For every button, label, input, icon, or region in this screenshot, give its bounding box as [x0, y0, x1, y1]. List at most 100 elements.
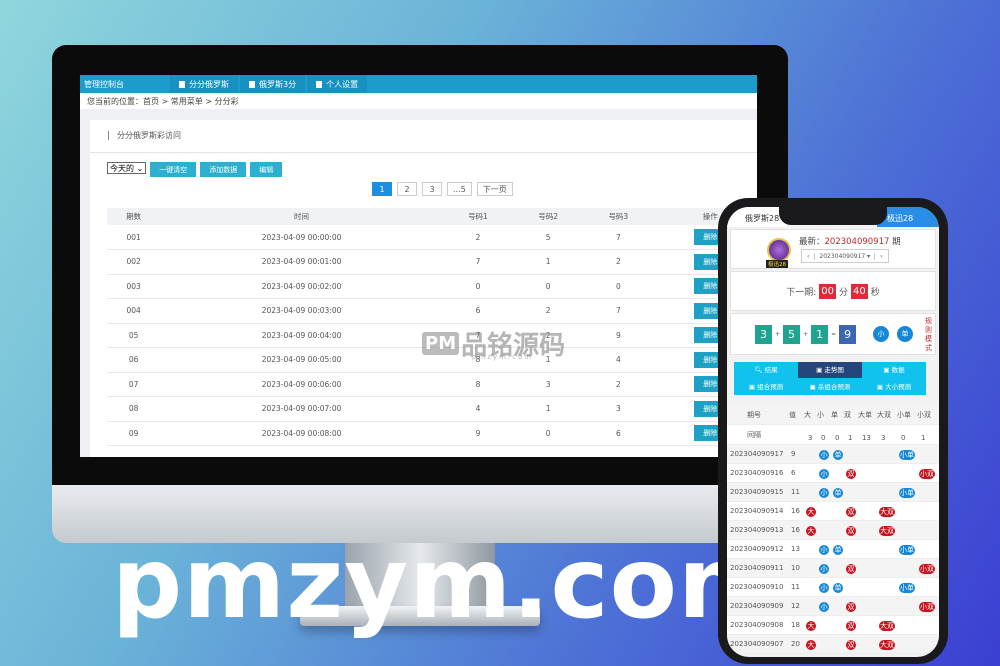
menu-item[interactable]: ▣ 杀组合预测	[798, 379, 862, 395]
trend-badge: 小单	[899, 583, 915, 593]
top-nav: 管理控制台 分分俄罗斯 俄罗斯3分 个人设置	[80, 75, 757, 93]
menu-item[interactable]: ▣ 大小预测	[862, 379, 926, 395]
menu-item[interactable]: ▣ 走势图	[798, 362, 862, 378]
edit-button[interactable]: 编辑	[250, 162, 283, 177]
nav-item[interactable]: 分分俄罗斯	[170, 75, 238, 93]
latest-card: 极迅28 最新：202304090917 期 ‹ 202304090917 ▾ …	[730, 229, 936, 269]
watermark: PM 品铭源码 pmzym.com	[422, 325, 565, 362]
add-data-button[interactable]: 添加数据	[200, 162, 247, 177]
nav-label: 个人设置	[326, 79, 359, 89]
sum-value: 6	[791, 469, 796, 477]
period-number: 202304090915	[730, 488, 784, 496]
trend-badge: 双	[846, 469, 856, 479]
table-cell: 2023-04-09 00:02:00	[160, 274, 443, 299]
sum-value: 18	[791, 621, 800, 629]
trend-row: 202304090917 9 小单 小单	[727, 445, 939, 464]
trend-badge: 单	[833, 488, 843, 498]
prev-period-icon[interactable]: ‹	[802, 252, 816, 260]
period-number: 202304090916	[730, 469, 784, 477]
gap-value: 1	[921, 434, 926, 442]
table-cell: 2	[583, 249, 654, 275]
menu-item[interactable]: 🔍︎ 结果	[734, 362, 798, 378]
table-row: 07 2023-04-09 00:06:00 8 3 2 删除	[107, 372, 757, 397]
nav-label: 俄罗斯3分	[259, 79, 297, 89]
trend-badge: 小单	[899, 450, 915, 460]
table-cell: 8	[442, 372, 514, 397]
phone-notch	[779, 207, 887, 225]
trend-badge: 小	[819, 602, 829, 612]
lottery-logo	[767, 238, 791, 262]
trend-badge: 小	[819, 488, 829, 498]
trend-column-header: 大单	[858, 411, 872, 419]
trend-badge: 单	[833, 583, 843, 593]
page-button[interactable]: 1	[372, 182, 392, 196]
trend-badge: 大双	[879, 621, 895, 631]
trend-badge: 小单	[899, 545, 915, 555]
countdown-minutes: 00	[819, 283, 836, 299]
date-filter-select[interactable]: 今天的 ⌄	[107, 162, 147, 174]
ball: 3	[755, 325, 772, 344]
trend-header: 期号值大小单双大单 大双 小单 小双	[727, 405, 939, 425]
sum-value: 16	[791, 507, 800, 515]
seconds-label: 秒	[870, 287, 880, 298]
tab-russia28[interactable]: 俄罗斯28	[727, 207, 787, 227]
search-icon: 🔍︎	[754, 366, 765, 374]
table-cell: 3	[583, 396, 654, 422]
menu-label: 数据	[891, 366, 905, 374]
menu-label: 组合预测	[757, 383, 784, 391]
table-cell: 07	[107, 372, 161, 397]
sum-value: 16	[791, 526, 800, 534]
clear-all-button[interactable]: 一键清空	[150, 162, 197, 177]
period-dropdown[interactable]: 202304090917 ▾	[815, 253, 874, 260]
trend-column-header: 大双	[877, 411, 891, 419]
period-suffix: 期	[892, 237, 901, 247]
page-button[interactable]: 下一页	[476, 182, 513, 196]
table-row: 002 2023-04-09 00:01:00 7 1 2 删除	[107, 249, 757, 275]
table-cell: 06	[107, 347, 161, 373]
period-number: 202304090911	[730, 564, 784, 572]
menu-label: 走势图	[824, 366, 844, 374]
page-button[interactable]: 3	[422, 182, 442, 196]
toolbar: 今天的 ⌄ 一键清空 添加数据 编辑	[107, 162, 283, 177]
table-cell: 0	[513, 421, 584, 446]
trend-row: 202304090908 18 大双大双	[727, 616, 939, 635]
table-cell: 9	[442, 421, 514, 446]
column-header: 号码1	[442, 208, 514, 225]
period-number: 202304090909	[730, 602, 784, 610]
panel-title-text: 分分俄罗斯彩访问	[108, 131, 181, 140]
menu-label: 结果	[764, 366, 778, 374]
gap-row: 间隔 3 0 0 1 13 3 0 1	[727, 425, 939, 445]
image-icon: ▣	[748, 383, 758, 391]
trend-column-header: 双	[844, 411, 851, 419]
menu-label: 杀组合预测	[817, 383, 851, 391]
period-number: 202304090917	[730, 450, 784, 458]
menu-item[interactable]: ▣ 数据	[862, 362, 926, 378]
console-brand[interactable]: 管理控制台	[80, 79, 170, 90]
minutes-label: 分	[839, 287, 849, 298]
page-button[interactable]: ...5	[447, 182, 472, 196]
size-tag: 小	[873, 326, 889, 342]
table-cell: 6	[583, 421, 654, 446]
table-cell: 2023-04-09 00:04:00	[160, 323, 443, 348]
trend-badge: 双	[846, 621, 856, 631]
next-period-icon[interactable]: ›	[874, 252, 887, 260]
countdown-card: 下一期: 00 分 40 秒	[730, 271, 936, 311]
trend-row: 202304090909 12 小双小双	[727, 597, 939, 616]
nav-item[interactable]: 个人设置	[307, 75, 368, 93]
nav-item[interactable]: 俄罗斯3分	[240, 75, 306, 93]
trend-badge: 小	[819, 583, 829, 593]
countdown-seconds: 40	[851, 283, 868, 299]
period-number: 202304090913	[730, 526, 784, 534]
gap-value: 3	[808, 434, 813, 442]
period-number: 202304090907	[730, 640, 784, 648]
table-row: 004 2023-04-09 00:03:00 6 2 7 删除	[107, 298, 757, 324]
table-cell: 09	[107, 421, 161, 446]
sum-value: 11	[791, 488, 800, 496]
menu-item[interactable]: ▣ 组合预测	[734, 379, 798, 395]
ball: 1	[811, 325, 829, 344]
rule-mode-link[interactable]: 规则模式	[925, 317, 933, 353]
trend-column-header: 期号	[747, 411, 761, 419]
trend-badge: 小双	[919, 602, 935, 612]
page-button[interactable]: 2	[397, 182, 417, 196]
table-cell: 7	[583, 225, 654, 250]
